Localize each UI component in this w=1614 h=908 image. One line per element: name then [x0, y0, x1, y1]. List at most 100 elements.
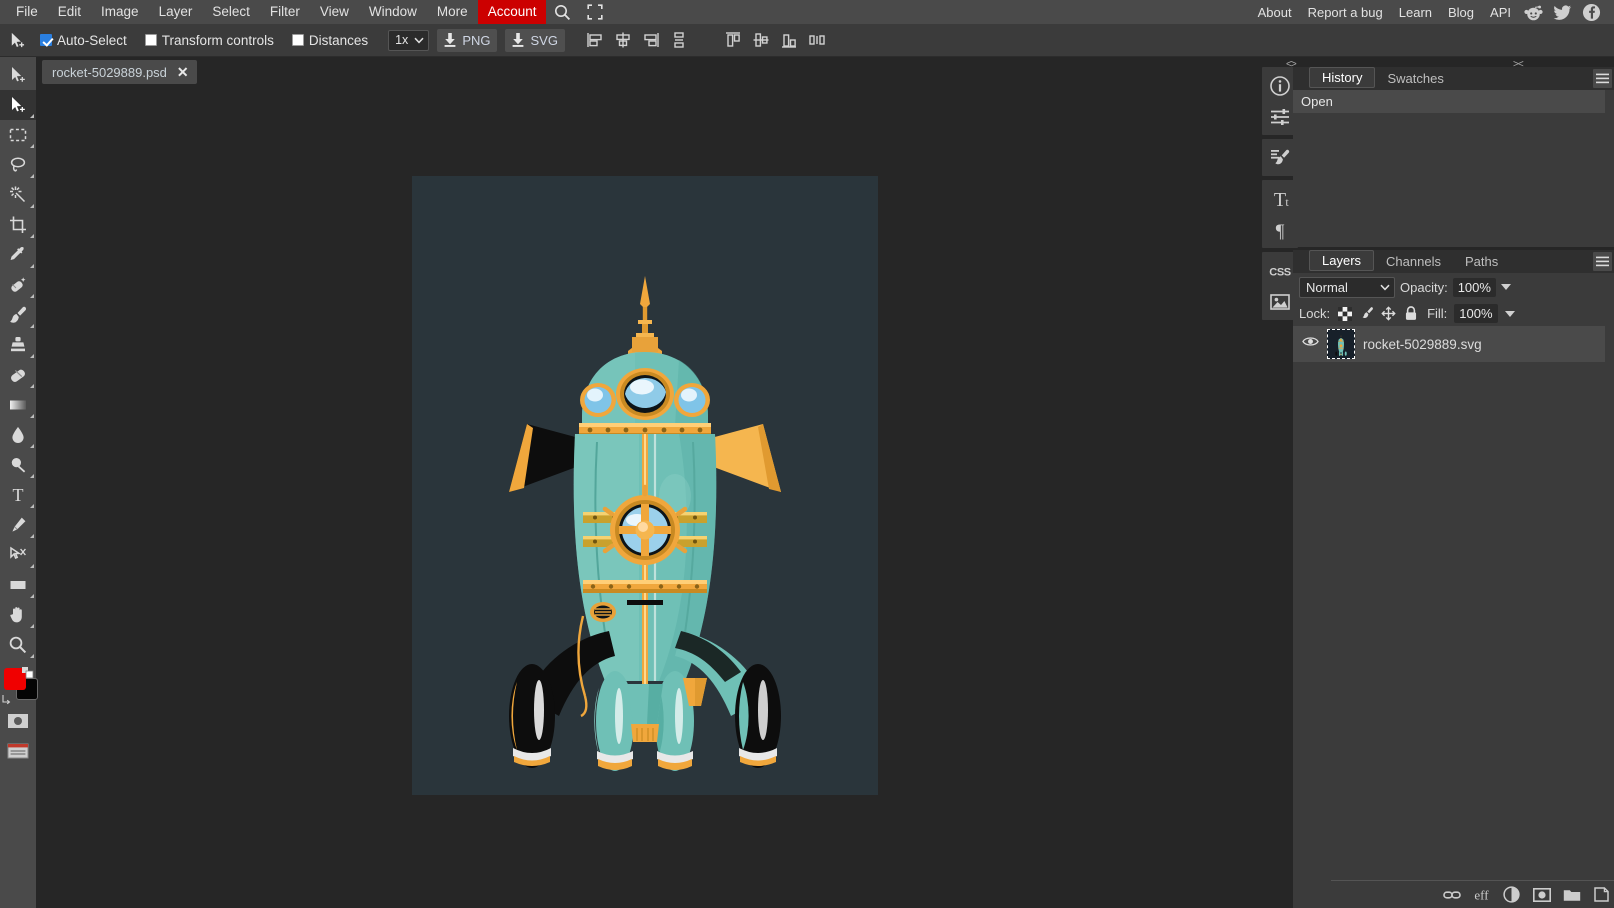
transform-controls-option[interactable]: Transform controls: [145, 33, 274, 48]
eye-icon[interactable]: [1302, 335, 1319, 353]
align-right-icon[interactable]: [639, 28, 663, 52]
link-about[interactable]: About: [1250, 1, 1300, 24]
default-colors-icon[interactable]: [2, 692, 13, 710]
select-tool[interactable]: [0, 90, 36, 120]
menu-view[interactable]: View: [310, 0, 359, 24]
tab-paths[interactable]: Paths: [1453, 250, 1510, 273]
zoom-tool[interactable]: [0, 630, 36, 660]
crop-tool[interactable]: [0, 210, 36, 240]
close-icon[interactable]: ✕: [177, 65, 189, 79]
layer-row[interactable]: rocket-5029889.svg: [1293, 326, 1605, 362]
patch-tool[interactable]: [0, 270, 36, 300]
lock-position-icon[interactable]: [1381, 306, 1396, 321]
link-layers-icon[interactable]: [1442, 885, 1461, 904]
export-svg-button[interactable]: SVG: [505, 29, 564, 52]
clone-stamp-tool[interactable]: [0, 330, 36, 360]
align-vertical-center-icon[interactable]: [749, 28, 773, 52]
lock-label: Lock:: [1299, 306, 1330, 321]
opacity-value[interactable]: 100%: [1453, 278, 1496, 297]
history-item-open[interactable]: Open: [1293, 90, 1605, 113]
menu-file[interactable]: File: [6, 0, 48, 24]
link-learn[interactable]: Learn: [1391, 1, 1440, 24]
link-blog[interactable]: Blog: [1440, 1, 1482, 24]
new-group-icon[interactable]: [1562, 885, 1581, 904]
auto-select-checkbox[interactable]: [40, 34, 52, 46]
transform-controls-checkbox[interactable]: [145, 34, 157, 46]
tab-swatches[interactable]: Swatches: [1375, 67, 1455, 90]
link-api[interactable]: API: [1482, 1, 1519, 24]
distribute-vertical-icon[interactable]: [667, 28, 691, 52]
pen-icon: [8, 515, 28, 535]
magic-wand-tool[interactable]: [0, 180, 36, 210]
export-png-button[interactable]: PNG: [437, 29, 497, 52]
svg-text:T: T: [1274, 189, 1286, 210]
layer-thumbnail[interactable]: [1327, 329, 1355, 359]
document-tab[interactable]: rocket-5029889.psd ✕: [42, 60, 197, 84]
eyedropper-tool[interactable]: [0, 240, 36, 270]
panel-menu-icon[interactable]: [1593, 252, 1612, 271]
gradient-tool[interactable]: [0, 390, 36, 420]
brush-tool[interactable]: [0, 300, 36, 330]
layer-effects-icon[interactable]: eff: [1472, 885, 1491, 904]
eraser-tool[interactable]: [0, 360, 36, 390]
lock-image-icon[interactable]: [1359, 306, 1374, 321]
new-layer-icon[interactable]: [1592, 885, 1611, 904]
distances-option[interactable]: Distances: [292, 33, 368, 48]
screen-mode-button[interactable]: [0, 736, 36, 766]
reddit-icon[interactable]: [1519, 3, 1548, 22]
dodge-tool[interactable]: [0, 450, 36, 480]
pen-tool[interactable]: [0, 510, 36, 540]
auto-select-option[interactable]: Auto-Select: [40, 33, 127, 48]
facebook-icon[interactable]: [1577, 3, 1606, 22]
menu-select[interactable]: Select: [202, 0, 260, 24]
adjustment-layer-icon[interactable]: [1502, 885, 1521, 904]
svg-text:¶: ¶: [1276, 221, 1285, 241]
canvas-area[interactable]: [36, 87, 1255, 908]
menu-more[interactable]: More: [427, 0, 478, 24]
menu-account[interactable]: Account: [478, 0, 547, 24]
document-tab-bar: rocket-5029889.psd ✕: [36, 57, 1255, 87]
panel-menu-icon[interactable]: [1593, 69, 1612, 88]
distribute-horizontal-icon[interactable]: [805, 28, 829, 52]
lock-all-icon[interactable]: [1403, 306, 1418, 321]
fill-value[interactable]: 100%: [1454, 304, 1497, 323]
layer-mask-icon[interactable]: [1532, 885, 1551, 904]
tab-channels[interactable]: Channels: [1374, 250, 1453, 273]
tab-history[interactable]: History: [1309, 67, 1375, 88]
hand-tool[interactable]: [0, 600, 36, 630]
download-icon: [441, 31, 459, 49]
align-top-icon[interactable]: [721, 28, 745, 52]
distances-checkbox[interactable]: [292, 34, 304, 46]
swap-colors-icon[interactable]: [22, 666, 34, 684]
magic-wand-icon: [8, 185, 28, 205]
search-icon[interactable]: [546, 2, 579, 23]
menu-window[interactable]: Window: [359, 0, 427, 24]
menu-layer[interactable]: Layer: [149, 0, 203, 24]
align-horizontal-center-icon[interactable]: [611, 28, 635, 52]
align-left-icon[interactable]: [583, 28, 607, 52]
lock-transparency-icon[interactable]: [1337, 306, 1352, 321]
quick-mask-button[interactable]: [0, 706, 36, 736]
link-report-a-bug[interactable]: Report a bug: [1300, 1, 1391, 24]
rectangular-marquee-tool[interactable]: [0, 120, 36, 150]
tab-layers[interactable]: Layers: [1309, 250, 1374, 271]
menu-image[interactable]: Image: [91, 0, 149, 24]
twitter-icon[interactable]: [1548, 3, 1577, 22]
artboard[interactable]: [412, 176, 878, 795]
path-select-tool[interactable]: [0, 540, 36, 570]
menu-filter[interactable]: Filter: [260, 0, 310, 24]
transform-controls-label: Transform controls: [162, 33, 274, 48]
align-group-vertical: [721, 28, 829, 52]
lasso-tool[interactable]: [0, 150, 36, 180]
blur-tool[interactable]: [0, 420, 36, 450]
type-tool[interactable]: T: [0, 480, 36, 510]
align-bottom-icon[interactable]: [777, 28, 801, 52]
fullscreen-icon[interactable]: [579, 2, 611, 22]
move-tool[interactable]: [0, 60, 36, 90]
scale-select[interactable]: 1x: [388, 30, 429, 51]
opacity-dropdown-icon[interactable]: [1501, 284, 1511, 290]
menu-edit[interactable]: Edit: [48, 0, 91, 24]
blend-mode-select[interactable]: Normal: [1299, 277, 1395, 298]
fill-dropdown-icon[interactable]: [1505, 311, 1515, 317]
shape-tool[interactable]: [0, 570, 36, 600]
